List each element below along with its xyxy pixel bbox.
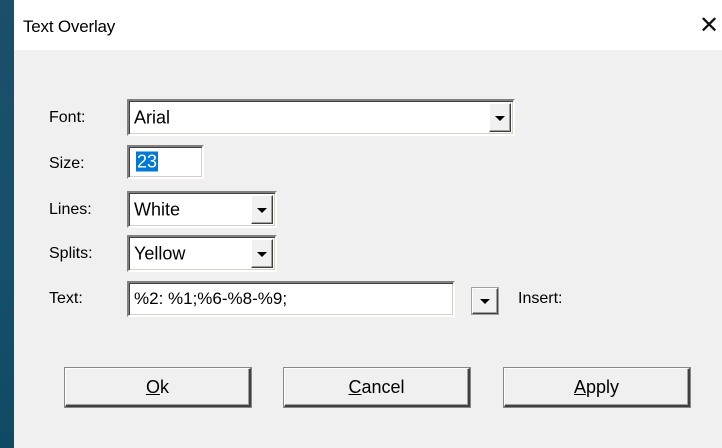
text-format-field[interactable]: %2: %1;%6-%8-%9;	[127, 281, 455, 317]
splits-label: Splits:	[49, 245, 93, 262]
window-title: Text Overlay	[23, 17, 116, 36]
font-dropdown-button[interactable]	[489, 103, 511, 132]
size-label: Size:	[49, 155, 85, 172]
text-overlay-dialog: Text Overlay ✕ Font: Arial Size: 23 Line…	[14, 0, 722, 448]
size-field[interactable]: 23	[127, 145, 204, 179]
ok-button[interactable]: Ok	[65, 368, 251, 407]
title-bar[interactable]: Text Overlay ✕	[14, 0, 722, 50]
cancel-mnemonic: C	[348, 377, 362, 397]
size-value: 23	[136, 151, 159, 172]
chevron-down-icon	[480, 299, 490, 304]
text-label: Text:	[49, 290, 83, 307]
chevron-down-icon	[495, 115, 505, 121]
ok-mnemonic: O	[145, 377, 160, 397]
text-format-value: %2: %1;%6-%8-%9;	[134, 289, 288, 308]
apply-button[interactable]: Apply	[504, 368, 690, 407]
apply-label: pply	[585, 377, 620, 397]
lines-label: Lines:	[49, 201, 92, 218]
chevron-down-icon	[257, 251, 267, 257]
insert-label: Insert:	[518, 290, 563, 307]
close-icon[interactable]: ✕	[698, 12, 720, 38]
font-dropdown[interactable]: Arial	[127, 99, 515, 136]
ok-label: k	[160, 377, 169, 397]
cancel-label: ancel	[361, 377, 405, 397]
lines-value: White	[134, 199, 181, 219]
font-value: Arial	[134, 107, 171, 127]
font-label: Font:	[49, 109, 86, 126]
lines-dropdown[interactable]: White	[127, 191, 277, 228]
insert-dropdown-button[interactable]	[472, 288, 498, 314]
chevron-down-icon	[257, 207, 267, 213]
lines-dropdown-button[interactable]	[251, 195, 273, 224]
splits-value: Yellow	[134, 243, 186, 263]
splits-dropdown[interactable]: Yellow	[127, 235, 277, 272]
apply-mnemonic: A	[573, 377, 586, 397]
cancel-button[interactable]: Cancel	[284, 368, 470, 407]
splits-dropdown-button[interactable]	[251, 239, 273, 268]
